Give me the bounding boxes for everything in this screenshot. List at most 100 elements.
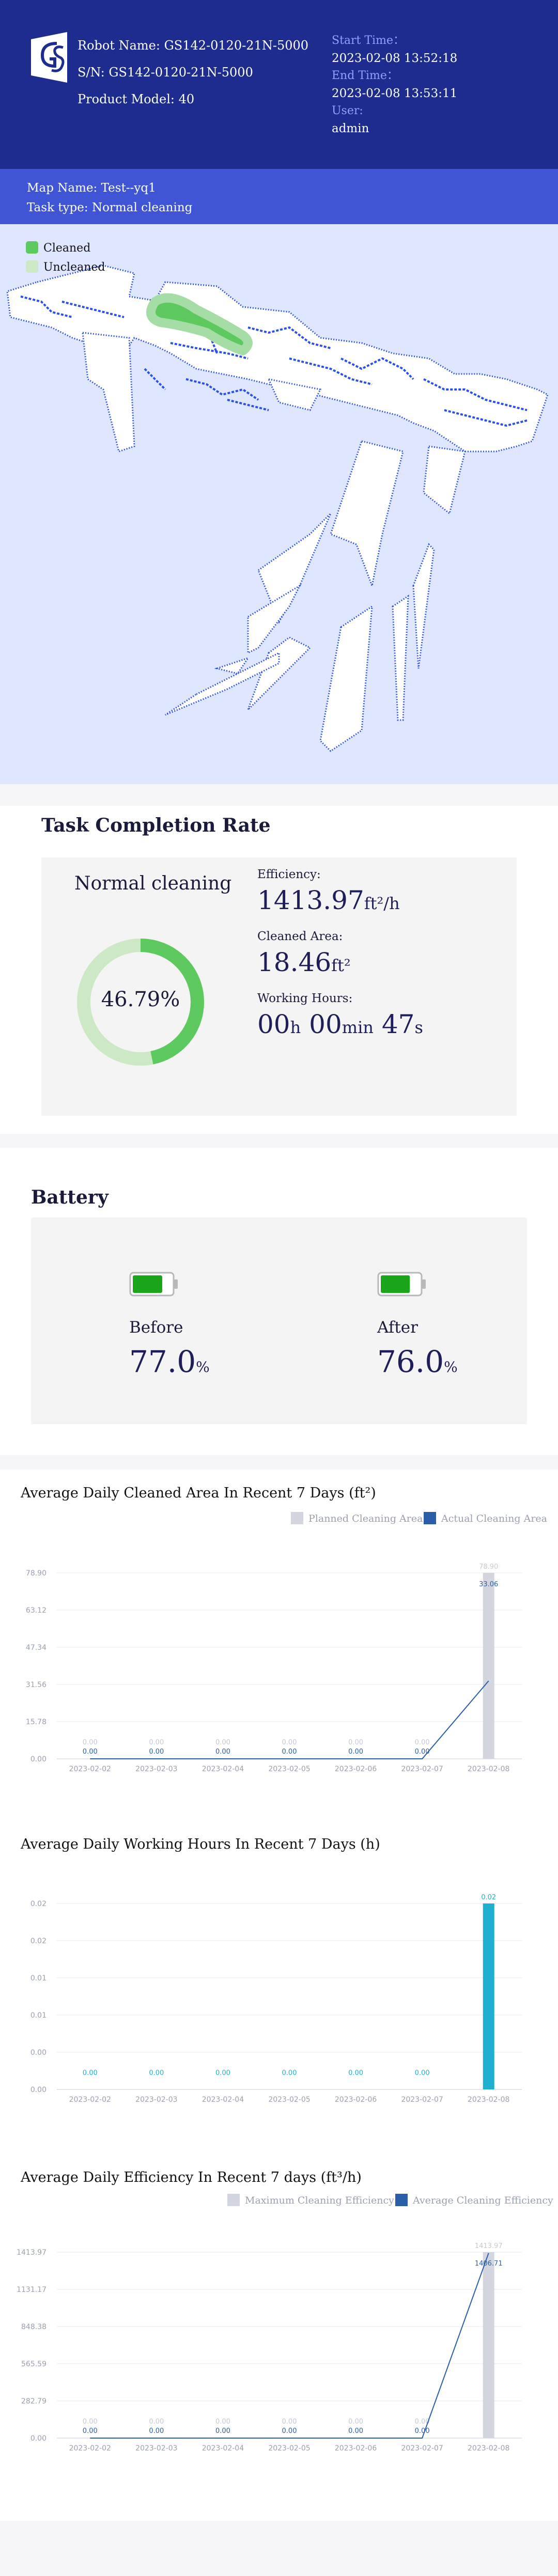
battery-after-label: After	[377, 1318, 418, 1337]
bar-value-label: 0.00	[282, 1739, 297, 1746]
chart-3-title: Average Daily Efficiency In Recent 7 day…	[21, 2169, 362, 2185]
y-tick-label: 0.00	[30, 2434, 47, 2443]
x-tick-label: 2023-02-03	[135, 2096, 177, 2104]
battery-after-icon	[377, 1272, 426, 1297]
user-value: admin	[332, 122, 369, 135]
efficiency-unit: ft²/h	[364, 894, 400, 913]
battery-after-value: 76.0%	[377, 1344, 458, 1379]
report-page: Robot Name: GS142-0120-21N-5000 S/N: GS1…	[0, 0, 558, 2576]
bar-value-label: 0.00	[348, 2418, 363, 2426]
cleaned-area-unit: ft²	[331, 956, 351, 975]
y-tick-label: 848.38	[21, 2323, 47, 2331]
x-tick-label: 2023-02-06	[335, 2096, 377, 2104]
end-time-value: 2023-02-08 13:53:11	[332, 87, 458, 100]
bar-value-label: 0.00	[149, 1739, 164, 1746]
point-value-label: 0.00	[215, 2427, 230, 2435]
cleaned-area-number: 18.46	[257, 947, 332, 977]
point-value-label: 0.00	[282, 1748, 297, 1756]
hours-unit: h	[290, 1018, 301, 1037]
battery-before-value: 77.0%	[129, 1344, 210, 1379]
efficiency-label: Efficiency:	[257, 868, 321, 881]
bar-value-label: 0.00	[149, 2069, 164, 2077]
bar	[483, 1573, 494, 1759]
battery-card: Before 77.0% After 76.0%	[31, 1217, 527, 1424]
map-canvas	[6, 264, 549, 752]
battery-after-number: 76.0	[377, 1344, 444, 1379]
map-name: Map Name: Test--yq1	[27, 181, 156, 195]
point-value-label: 0.00	[348, 1748, 363, 1756]
point-value-label: 0.00	[149, 1748, 164, 1756]
actual-swatch	[424, 1512, 436, 1524]
x-tick-label: 2023-02-02	[69, 2096, 111, 2104]
y-tick-label: 47.34	[26, 1644, 47, 1652]
bar-value-label: 0.00	[215, 2418, 230, 2426]
serial-number: S/N: GS142-0120-21N-5000	[78, 65, 253, 80]
efficiency-value: 1413.97ft²/h	[257, 885, 400, 915]
task-card: Normal cleaning 46.79% Efficiency: 1413.…	[41, 857, 517, 1116]
working-hours-chart: 0.00 0.00 0.01 0.01 0.02 0.02 2023-02-02 2023-0…	[30, 1894, 522, 2104]
x-tick-label: 2023-02-08	[468, 2444, 509, 2453]
bar-value-label: 0.00	[348, 2069, 363, 2077]
floor-plan	[6, 264, 549, 752]
bar	[483, 1903, 494, 2089]
y-tick-label: 0.01	[30, 2011, 47, 2020]
cleaned-swatch	[26, 241, 38, 254]
y-tick-label: 78.90	[26, 1569, 47, 1578]
point-value-label: 0.00	[415, 1748, 430, 1756]
chart-1-legend-planned: Planned Cleaning Area	[291, 1512, 423, 1524]
working-hours-value: 00h 00min 47s	[257, 1009, 423, 1039]
battery-before-label: Before	[129, 1318, 183, 1337]
efficiency-chart: 0.00 282.79 565.59 848.38 1131.17 1413.97 2023…	[17, 2242, 522, 2453]
point-value-label: 0.00	[83, 1748, 98, 1756]
task-completion-section: Task Completion Rate Normal cleaning 46.…	[0, 806, 558, 1134]
bar-value-label: 0.00	[348, 1739, 363, 1746]
point-value-label: 1406.71	[475, 2260, 503, 2268]
point-value-label: 33.06	[479, 1581, 498, 1588]
hours-number: 00	[257, 1009, 290, 1039]
y-tick-label: 31.56	[26, 1681, 47, 1689]
y-tick-label: 282.79	[21, 2397, 47, 2406]
battery-section: Battery Before 77.0% After 76.0%	[0, 1148, 558, 1455]
chart-1-title: Average Daily Cleaned Area In Recent 7 D…	[21, 1485, 376, 1501]
user-label: User:	[332, 104, 363, 117]
end-time-label: End Time：	[332, 69, 398, 82]
minutes-number: 00	[309, 1009, 342, 1039]
chart-2-title: Average Daily Working Hours In Recent 7 …	[21, 1836, 380, 1852]
map-legend: Cleaned Uncleaned	[26, 239, 105, 277]
company-logo-icon	[31, 32, 67, 83]
bar-value-label: 0.00	[282, 2069, 297, 2077]
x-tick-label: 2023-02-03	[135, 1765, 177, 1773]
bar-value-label: 1413.97	[475, 2242, 503, 2250]
bar-value-label: 0.00	[415, 1739, 430, 1746]
completion-percent: 46.79%	[101, 988, 180, 1011]
x-tick-label: 2023-02-06	[335, 2444, 377, 2453]
battery-after-unit: %	[444, 1359, 458, 1376]
chart-1-legend-actual: Actual Cleaning Area	[424, 1512, 547, 1524]
bar-value-label: 0.00	[282, 2418, 297, 2426]
bar-value-label: 0.00	[215, 2069, 230, 2077]
y-tick-label: 0.00	[30, 1755, 47, 1763]
avg-swatch	[395, 2194, 408, 2206]
bar-value-label: 78.90	[479, 1563, 498, 1571]
point-value-label: 0.00	[215, 1748, 230, 1756]
y-tick-label: 0.01	[30, 1974, 47, 1982]
legend-uncleaned: Uncleaned	[26, 258, 105, 277]
report-header: Robot Name: GS142-0120-21N-5000 S/N: GS1…	[0, 0, 558, 169]
chart-3-legend-max: Maximum Cleaning Efficiency	[227, 2194, 394, 2206]
y-tick-label: 0.02	[30, 1937, 47, 1945]
uncleaned-swatch	[26, 260, 38, 273]
efficiency-number: 1413.97	[257, 885, 364, 915]
y-tick-label: 0.00	[30, 2086, 47, 2094]
max-swatch	[227, 2194, 240, 2206]
x-tick-label: 2023-02-07	[401, 2444, 443, 2453]
x-tick-label: 2023-02-07	[401, 1765, 443, 1773]
start-time-value: 2023-02-08 13:52:18	[332, 52, 458, 65]
seconds-number: 47	[381, 1009, 415, 1039]
working-hours-label: Working Hours:	[257, 992, 353, 1005]
bar-value-label: 0.00	[215, 1739, 230, 1746]
map-info-band: Map Name: Test--yq1 Task type: Normal cl…	[0, 169, 558, 224]
y-tick-label: 565.59	[21, 2360, 47, 2368]
cleaned-area-value: 18.46ft²	[257, 947, 351, 977]
bar-value-label: 0.00	[83, 1739, 98, 1746]
point-value-label: 0.00	[282, 2427, 297, 2435]
